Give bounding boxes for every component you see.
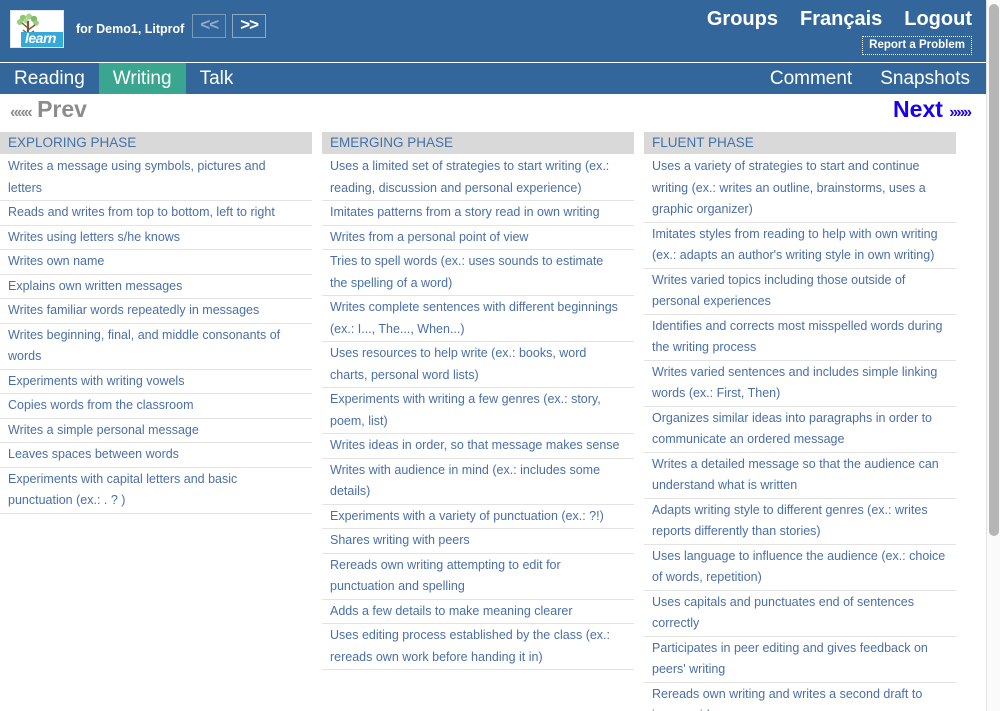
page-root: learn for Demo1, Litprof << >> Groups Fr… (0, 0, 1000, 711)
list-item[interactable]: Writes ideas in order, so that message m… (322, 434, 634, 459)
list-item[interactable]: Writes beginning, final, and middle cons… (0, 324, 312, 370)
list-item[interactable]: Copies words from the classroom (0, 394, 312, 419)
list-item[interactable]: Writes varied sentences and includes sim… (644, 361, 956, 407)
list-item[interactable]: Tries to spell words (ex.: uses sounds t… (322, 250, 634, 296)
list-item[interactable]: Reads and writes from top to bottom, lef… (0, 201, 312, 226)
list-item[interactable]: Uses a limited set of strategies to star… (322, 154, 634, 201)
next-record-button[interactable]: >> (232, 14, 267, 38)
column-header-exploring: EXPLORING PHASE (0, 132, 312, 154)
prev-chevrons-icon: ««« (10, 104, 33, 121)
list-item[interactable]: Adapts writing style to different genres… (644, 499, 956, 545)
list-item[interactable]: Organizes similar ideas into paragraphs … (644, 407, 956, 453)
next-chevrons-icon: »»» (949, 104, 972, 121)
pager-row: ««« Prev Next »»» (0, 96, 986, 131)
section-tab-bar: Reading Writing Talk Comment Snapshots (0, 63, 986, 94)
list-item[interactable]: Writes from a personal point of view (322, 226, 634, 250)
column-fluent-phase: FLUENT PHASE Uses a variety of strategie… (644, 132, 956, 711)
tab-reading[interactable]: Reading (0, 63, 99, 94)
scrollbar-thumb[interactable] (989, 4, 999, 536)
list-item[interactable]: Writes own name (0, 250, 312, 275)
groups-link[interactable]: Groups (707, 8, 778, 31)
phase-columns: EXPLORING PHASE Writes a message using s… (0, 132, 986, 711)
list-item[interactable]: Experiments with writing vowels (0, 370, 312, 394)
list-item[interactable]: Participates in peer editing and gives f… (644, 637, 956, 683)
list-item[interactable]: Writes complete sentences with different… (322, 296, 634, 342)
list-item[interactable]: Uses editing process established by the … (322, 624, 634, 670)
next-page-link[interactable]: Next »»» (893, 96, 972, 123)
list-item[interactable]: Experiments with capital letters and bas… (0, 468, 312, 514)
list-item[interactable]: Uses language to influence the audience … (644, 545, 956, 591)
top-header-bar: learn for Demo1, Litprof << >> Groups Fr… (0, 0, 986, 62)
list-item[interactable]: Rereads own writing attempting to edit f… (322, 554, 634, 600)
exploring-phase-list: Writes a message using symbols, pictures… (0, 154, 312, 514)
tab-comment[interactable]: Comment (756, 63, 866, 94)
list-item[interactable]: Writes a detailed message so that the au… (644, 453, 956, 499)
list-item[interactable]: Adds a few details to make meaning clear… (322, 600, 634, 624)
column-emerging-phase: EMERGING PHASE Uses a limited set of str… (322, 132, 634, 707)
list-item[interactable]: Explains own written messages (0, 275, 312, 299)
fluent-phase-list: Uses a variety of strategies to start an… (644, 154, 956, 711)
list-item[interactable]: Rereads own writing and writes a second … (644, 683, 956, 711)
list-item[interactable]: Writes using letters s/he knows (0, 226, 312, 250)
list-item[interactable]: Uses resources to help write (ex.: books… (322, 342, 634, 388)
list-item[interactable]: Writes varied topics including those out… (644, 269, 956, 315)
list-item[interactable]: Experiments with a variety of punctuatio… (322, 505, 634, 529)
list-item[interactable]: Uses a variety of strategies to start an… (644, 154, 956, 223)
page-scrollbar[interactable] (986, 0, 1000, 711)
column-exploring-phase: EXPLORING PHASE Writes a message using s… (0, 132, 312, 707)
list-item[interactable]: Leaves spaces between words (0, 443, 312, 468)
list-item[interactable]: Writes with audience in mind (ex.: inclu… (322, 459, 634, 505)
list-item[interactable]: Shares writing with peers (322, 529, 634, 554)
list-item[interactable]: Imitates styles from reading to help wit… (644, 223, 956, 269)
logo-wordmark: learn (25, 30, 56, 46)
ilearn-logo[interactable]: learn (10, 10, 64, 48)
report-a-problem-button[interactable]: Report a Problem (862, 36, 972, 55)
header-right-area: Groups Français Logout Report a Problem (266, 0, 986, 55)
list-item[interactable]: Imitates patterns from a story read in o… (322, 201, 634, 226)
header-links: Groups Français Logout (266, 8, 972, 31)
tab-writing[interactable]: Writing (98, 63, 186, 94)
francais-link[interactable]: Français (800, 8, 882, 31)
previous-record-button[interactable]: << (192, 14, 227, 38)
tab-talk[interactable]: Talk (186, 63, 248, 94)
list-item[interactable]: Identifies and corrects most misspelled … (644, 315, 956, 361)
list-item[interactable]: Writes familiar words repeatedly in mess… (0, 299, 312, 324)
prev-label: Prev (37, 96, 87, 122)
next-label: Next (893, 96, 943, 122)
tab-snapshots[interactable]: Snapshots (866, 63, 986, 94)
user-context-label: for Demo1, Litprof (76, 22, 185, 36)
list-item[interactable]: Uses capitals and punctuates end of sent… (644, 591, 956, 637)
record-pager-buttons: << >> (192, 14, 267, 38)
list-item[interactable]: Writes a message using symbols, pictures… (0, 154, 312, 201)
list-item[interactable]: Writes a simple personal message (0, 419, 312, 443)
logout-link[interactable]: Logout (904, 8, 972, 31)
prev-page-link[interactable]: ««« Prev (10, 96, 87, 123)
column-header-emerging: EMERGING PHASE (322, 132, 634, 154)
column-header-fluent: FLUENT PHASE (644, 132, 956, 154)
list-item[interactable]: Experiments with writing a few genres (e… (322, 388, 634, 434)
emerging-phase-list: Uses a limited set of strategies to star… (322, 154, 634, 670)
